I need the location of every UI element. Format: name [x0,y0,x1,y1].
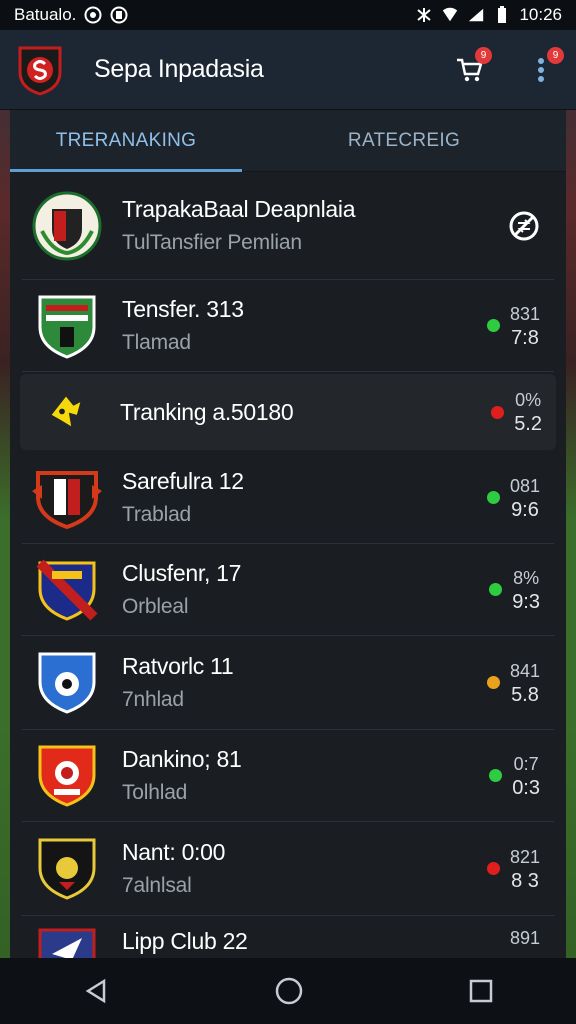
row-title: Dankino; 81 [122,746,242,772]
system-nav-bar [0,958,576,1024]
list-item[interactable]: Nant: 0:00 7alnlsal 821 8 3 [22,822,554,916]
no-transfer-icon[interactable] [508,210,540,242]
stat-top: 8% [513,567,540,588]
list-item[interactable]: Clusfenr, 17 Orbleal 8% 9:3 [22,544,554,636]
status-dot [489,583,503,596]
club-crest-icon [38,745,96,807]
menu-badge: 9 [547,46,564,64]
app-title: Sepa Inpadasia [94,55,264,83]
club-crest-icon [38,838,96,900]
cart-button[interactable]: 9 [454,46,492,85]
battery-icon [493,6,511,24]
club-crest-icon [32,470,102,529]
row-subtitle: Tlamad [122,331,191,354]
row-subtitle: Tolhlad [122,781,188,804]
status-bar: Batualo. 10:26 [0,0,576,30]
stat-top: 081 [509,475,540,496]
ranking-star-icon [51,396,81,427]
club-crest-icon [38,652,96,714]
stat-top: 821 [509,846,540,867]
stat-bottom: 9:3 [512,590,540,613]
row-title: Tensfer. 313 [122,296,244,322]
row-subtitle: 7nhlad [122,688,184,711]
club-crest-icon [38,928,96,958]
stat-top: 0% [515,390,542,410]
row-title: Sarefulra 12 [122,468,244,494]
club-crest-icon [36,558,98,621]
club-crest-icon [38,295,96,359]
row-title: Tranking a.50180 [120,398,294,425]
row-title: Lipp Club 22 [122,928,248,954]
stat-top: 841 [509,660,540,681]
stat-bottom: 9:6 [511,498,539,521]
club-crest-icon [32,191,102,260]
recents-icon[interactable] [468,978,494,1004]
status-dot [486,676,500,689]
app-bar: Sepa Inpadasia 9 9 [0,30,576,110]
row-subtitle: 7alnlsal [122,874,192,897]
row-subtitle: Orbleal [122,595,189,618]
back-icon[interactable] [82,977,110,1005]
list-item[interactable]: Sarefulra 12 Trablad 081 9:6 [22,452,554,544]
stat-bottom: 7:8 [511,326,539,349]
clock: 10:26 [519,5,562,24]
stat-top: 891 [509,928,540,948]
list-item[interactable]: Lipp Club 22 891 [22,916,554,958]
stat-bottom: 0:3 [512,776,540,799]
home-icon[interactable] [274,976,304,1006]
settings-icon [84,6,102,24]
list-item[interactable]: Tranking a.50180 0% 5.2 [20,374,556,450]
status-dot [489,769,503,782]
row-title: Ratvorlc 11 [122,653,234,679]
app-logo-icon[interactable] [16,44,64,96]
tab-tranking[interactable]: TRERANAKING [10,110,242,172]
status-dot [486,491,500,504]
notification-icon [110,6,128,24]
wifi-icon [441,6,459,24]
row-subtitle: Trablad [122,503,192,526]
row-title: Nant: 0:00 [122,839,226,865]
list-item[interactable]: Tensfer. 313 Tlamad 831 7:8 [22,280,554,372]
carrier-label: Batualo. [14,5,77,24]
stat-top: 0:7 [513,753,539,774]
ranking-panel: TRERANAKING RATECREIG TrapakaBaal Deapnl… [10,110,566,958]
list-item[interactable]: Ratvorlc 11 7nhlad 841 5.8 [22,636,554,730]
stat-bottom: 5.8 [511,683,539,706]
row-title: TrapakaBaal Deapnlaia [122,196,356,222]
row-subtitle: TulTansfier Pemlian [122,231,302,254]
stat-top: 831 [509,303,540,324]
list-item[interactable]: Dankino; 81 Tolhlad 0:7 0:3 [22,730,554,822]
tab-ratecreig[interactable]: RATECREIG [242,110,566,171]
bluetooth-icon [415,6,433,24]
status-dot [486,319,500,332]
status-dot [491,405,505,419]
signal-icon [467,6,485,24]
tab-bar: TRERANAKING RATECREIG [10,110,566,172]
stat-bottom: 5.2 [514,413,542,435]
status-dot [486,862,500,875]
row-title: Clusfenr, 17 [122,560,242,586]
stat-bottom: 8 3 [511,869,539,892]
overflow-menu-button[interactable]: 9 [526,46,564,85]
list-item[interactable]: TrapakaBaal Deapnlaia TulTansfier Pemlia… [22,172,554,280]
more-vertical-icon [538,57,544,82]
cart-badge: 9 [475,46,492,64]
